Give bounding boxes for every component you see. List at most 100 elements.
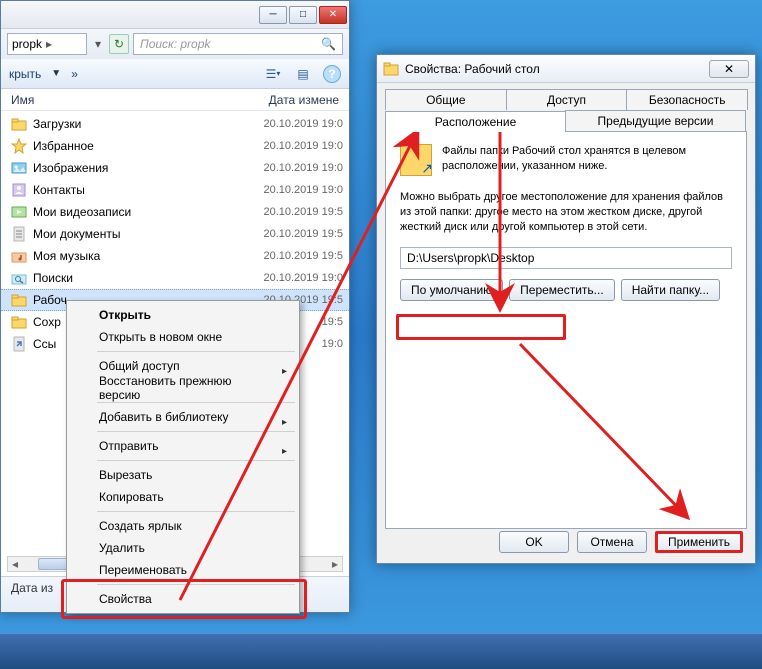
ctx-open-new-window[interactable]: Открыть в новом окне <box>69 326 297 348</box>
file-row[interactable]: Контакты20.10.2019 19:0 <box>1 179 349 201</box>
ctx-separator <box>97 402 295 403</box>
tab-location[interactable]: Расположение <box>385 111 566 132</box>
breadcrumb-label: propk <box>12 37 42 51</box>
file-date: 20.10.2019 19:5 <box>263 206 343 218</box>
column-date[interactable]: Дата измене <box>269 93 339 107</box>
file-name: Загрузки <box>33 117 257 131</box>
shortcut-arrow-icon: ↗ <box>421 160 433 177</box>
file-date: 19:0 <box>322 338 343 350</box>
ctx-create-shortcut[interactable]: Создать ярлык <box>69 515 297 537</box>
refresh-icon: ↻ <box>114 37 124 51</box>
ctx-open[interactable]: Открыть <box>69 304 297 326</box>
column-name[interactable]: Имя <box>11 93 269 107</box>
tab-general[interactable]: Общие <box>385 89 507 110</box>
location-description-1: Файлы папки Рабочий стол хранятся в целе… <box>442 144 732 176</box>
chevron-down-icon[interactable]: ▼ <box>51 68 61 79</box>
file-date: 20.10.2019 19:0 <box>263 140 343 152</box>
file-date: 20.10.2019 19:0 <box>263 118 343 130</box>
search-placeholder: Поиск: propk <box>140 37 210 51</box>
ctx-separator <box>97 460 295 461</box>
breadcrumb-dropdown-icon[interactable]: ▾ <box>91 37 105 51</box>
folder-icon <box>11 314 27 330</box>
toolbar-open-label[interactable]: крыть <box>9 67 41 81</box>
ctx-separator <box>97 351 295 352</box>
search-input[interactable]: Поиск: propk 🔍 <box>133 33 343 55</box>
breadcrumb[interactable]: propk ▸ <box>7 33 87 55</box>
column-headers[interactable]: Имя Дата измене <box>1 89 349 111</box>
find-target-button[interactable]: Найти папку... <box>621 279 720 301</box>
ctx-separator <box>97 511 295 512</box>
search-icon[interactable]: 🔍 <box>321 37 336 51</box>
file-name: Мои видеозаписи <box>33 205 257 219</box>
tab-sharing[interactable]: Доступ <box>506 89 628 110</box>
tab-previous-versions[interactable]: Предыдущие версии <box>565 110 746 131</box>
restore-default-button[interactable]: По умолчанию <box>400 279 503 301</box>
file-row[interactable]: Мои документы 20.10.2019 19:5 <box>1 223 349 245</box>
ctx-send-to[interactable]: Отправить <box>69 435 297 457</box>
context-menu: Открыть Открыть в новом окне Общий досту… <box>66 300 300 614</box>
file-date: 20.10.2019 19:0 <box>263 272 343 284</box>
ctx-rename[interactable]: Переименовать <box>69 559 297 581</box>
location-description-2: Можно выбрать другое местоположение для … <box>400 190 732 235</box>
file-date: 20.10.2019 19:0 <box>263 162 343 174</box>
folder-icon <box>11 116 27 132</box>
file-name: Моя музыка <box>33 249 257 263</box>
file-date: 20.10.2019 19:0 <box>263 184 343 196</box>
taskbar[interactable] <box>0 633 762 669</box>
dialog-title: Свойства: Рабочий стол <box>405 62 703 76</box>
ctx-restore-version[interactable]: Восстановить прежнюю версию <box>69 377 297 399</box>
star-icon <box>11 138 27 154</box>
minimize-button[interactable]: ─ <box>259 6 287 24</box>
scroll-right-icon[interactable]: ▸ <box>328 557 342 571</box>
doc-icon <box>11 226 27 242</box>
ctx-delete[interactable]: Удалить <box>69 537 297 559</box>
file-date: 20.10.2019 19:5 <box>263 228 343 240</box>
properties-dialog: Свойства: Рабочий стол ✕ Общие Доступ Бе… <box>376 54 756 564</box>
file-name: Мои документы <box>33 227 257 241</box>
move-button[interactable]: Переместить... <box>509 279 615 301</box>
toolbar-chevrons-icon[interactable]: » <box>71 67 78 81</box>
folder-icon <box>11 292 27 308</box>
dialog-close-button[interactable]: ✕ <box>709 60 749 78</box>
ctx-cut[interactable]: Вырезать <box>69 464 297 486</box>
view-options-button[interactable]: ☰▾ <box>263 64 283 84</box>
file-name: Изображения <box>33 161 257 175</box>
ctx-separator <box>97 584 295 585</box>
close-button[interactable]: ✕ <box>319 6 347 24</box>
location-path-input[interactable] <box>400 247 732 269</box>
img-icon <box>11 160 27 176</box>
folder-large-icon: ↗ <box>400 144 432 176</box>
preview-pane-button[interactable]: ▤ <box>293 64 313 84</box>
file-name: Поиски <box>33 271 257 285</box>
apply-button[interactable]: Применить <box>655 531 743 553</box>
file-row[interactable]: Моя музыка20.10.2019 19:5 <box>1 245 349 267</box>
contacts-icon <box>11 182 27 198</box>
chevron-right-icon[interactable]: ▸ <box>42 37 56 51</box>
ctx-properties[interactable]: Свойства <box>69 588 297 610</box>
file-date: 19:5 <box>322 316 343 328</box>
file-name: Избранное <box>33 139 257 153</box>
ctx-add-library[interactable]: Добавить в библиотеку <box>69 406 297 428</box>
file-row[interactable]: Загрузки 20.10.2019 19:0 <box>1 113 349 135</box>
file-row[interactable]: Избранное 20.10.2019 19:0 <box>1 135 349 157</box>
status-text: Дата из <box>11 581 53 595</box>
search-icon <box>11 270 27 286</box>
tab-strip: Общие Доступ Безопасность Расположение П… <box>377 83 755 529</box>
ok-button[interactable]: OK <box>499 531 569 553</box>
cancel-button[interactable]: Отмена <box>577 531 647 553</box>
scroll-left-icon[interactable]: ◂ <box>8 557 22 571</box>
help-button[interactable]: ? <box>323 65 341 83</box>
ctx-copy[interactable]: Копировать <box>69 486 297 508</box>
refresh-button[interactable]: ↻ <box>109 34 129 54</box>
explorer-titlebar: ─ □ ✕ <box>1 1 349 29</box>
file-row[interactable]: Поиски 20.10.2019 19:0 <box>1 267 349 289</box>
tab-security[interactable]: Безопасность <box>626 89 748 110</box>
maximize-button[interactable]: □ <box>289 6 317 24</box>
ctx-separator <box>97 431 295 432</box>
tab-body: ↗ Файлы папки Рабочий стол хранятся в це… <box>385 131 747 529</box>
file-row[interactable]: Изображения 20.10.2019 19:0 <box>1 157 349 179</box>
dialog-buttons: OK Отмена Применить <box>499 531 743 553</box>
folder-icon <box>383 61 399 77</box>
file-row[interactable]: Мои видеозаписи 20.10.2019 19:5 <box>1 201 349 223</box>
address-bar: propk ▸ ▾ ↻ Поиск: propk 🔍 <box>1 29 349 59</box>
